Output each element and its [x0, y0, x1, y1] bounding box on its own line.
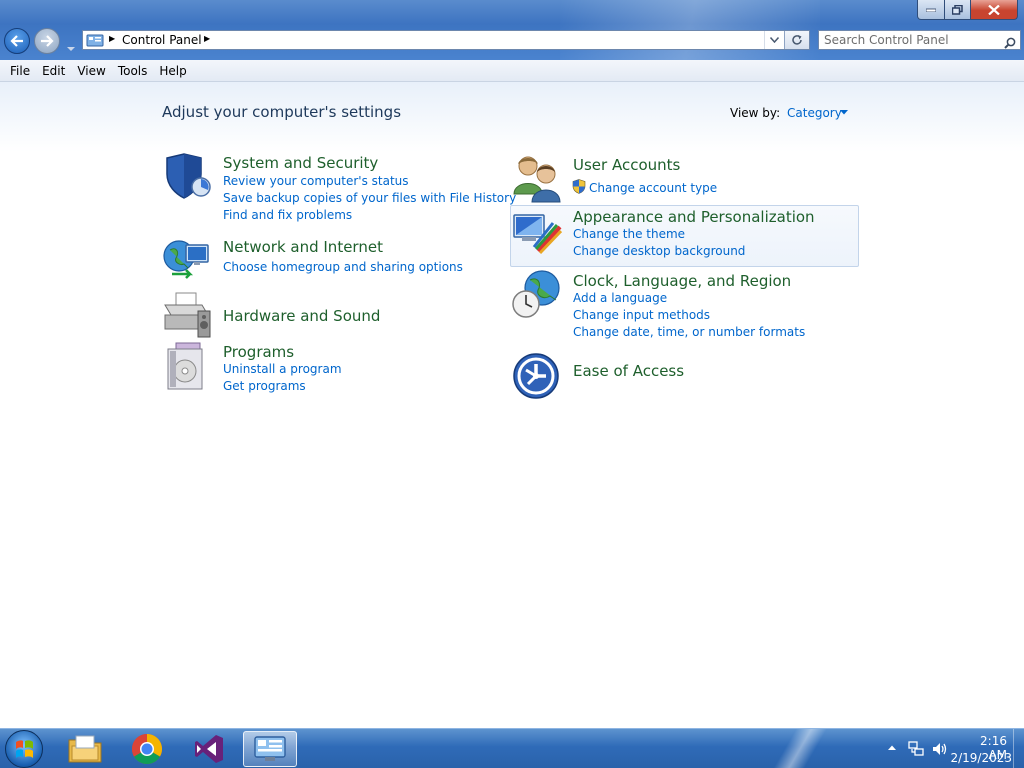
control-panel-content: Adjust your computer's settings View by:…	[0, 82, 1024, 728]
printer-speaker-icon[interactable]	[162, 291, 212, 341]
chevron-down-icon	[67, 47, 75, 51]
change-account-type-link[interactable]: Change account type	[589, 181, 717, 195]
change-theme-link[interactable]: Change the theme	[573, 227, 685, 241]
control-panel-icon	[254, 736, 286, 761]
chrome-icon	[131, 734, 163, 765]
change-input-methods-link[interactable]: Change input methods	[573, 308, 710, 322]
window-title-bar: ▶ Control Panel ▶	[0, 0, 1024, 60]
arrow-right-icon	[41, 35, 54, 47]
breadcrumb-control-panel[interactable]: Control Panel	[122, 33, 202, 47]
minimize-icon	[926, 8, 936, 12]
file-history-link[interactable]: Save backup copies of your files with Fi…	[223, 191, 516, 205]
control-panel-icon	[86, 33, 104, 52]
close-icon	[988, 4, 1000, 15]
menu-edit[interactable]: Edit	[42, 60, 65, 81]
search-icon[interactable]	[1004, 34, 1016, 53]
clock-language-region-title[interactable]: Clock, Language, and Region	[573, 272, 791, 290]
ease-of-access-title[interactable]: Ease of Access	[573, 362, 684, 380]
taskbar-chrome[interactable]	[120, 731, 174, 767]
user-accounts-icon[interactable]	[512, 154, 562, 204]
minimize-button[interactable]	[917, 0, 945, 20]
network-internet-title[interactable]: Network and Internet	[223, 238, 383, 256]
menu-bar: File Edit View Tools Help	[0, 60, 1024, 82]
ease-of-access-icon[interactable]	[512, 350, 562, 400]
window-controls	[917, 0, 1018, 20]
appearance-personalization-title[interactable]: Appearance and Personalization	[573, 208, 815, 226]
clock-globe-icon[interactable]	[512, 270, 562, 320]
change-background-link[interactable]: Change desktop background	[573, 244, 745, 258]
view-by-label: View by:	[730, 106, 781, 120]
arrow-left-icon	[10, 35, 23, 47]
get-programs-link[interactable]: Get programs	[223, 379, 306, 393]
taskbar-sheen	[760, 729, 840, 768]
chevron-down-icon	[769, 37, 779, 43]
volume-icon[interactable]	[932, 741, 948, 757]
refresh-button[interactable]	[784, 31, 809, 49]
windows-logo-icon	[16, 740, 33, 758]
user-accounts-title[interactable]: User Accounts	[573, 156, 680, 174]
uac-shield-icon	[572, 179, 586, 194]
menu-file[interactable]: File	[10, 60, 30, 81]
show-desktop-button[interactable]	[1013, 729, 1024, 768]
clock-date[interactable]: 2/19/2023	[950, 751, 1012, 765]
hardware-sound-title[interactable]: Hardware and Sound	[223, 307, 380, 325]
visual-studio-icon	[195, 735, 223, 763]
recent-pages-button[interactable]	[67, 37, 75, 51]
search-input[interactable]	[821, 32, 999, 48]
address-bar[interactable]: ▶ Control Panel ▶	[82, 30, 810, 50]
address-dropdown-button[interactable]	[764, 31, 783, 49]
show-hidden-icons-icon[interactable]	[888, 745, 896, 751]
chevron-down-icon[interactable]	[840, 110, 848, 115]
appearance-icon[interactable]	[512, 207, 562, 257]
find-fix-problems-link[interactable]: Find and fix problems	[223, 208, 352, 222]
homegroup-sharing-link[interactable]: Choose homegroup and sharing options	[223, 260, 463, 274]
change-date-time-link[interactable]: Change date, time, or number formats	[573, 325, 805, 339]
taskbar-file-explorer[interactable]	[58, 731, 112, 767]
network-icon[interactable]	[908, 741, 924, 757]
restore-button[interactable]	[945, 0, 971, 20]
view-by-dropdown[interactable]: Category	[787, 106, 842, 120]
page-title: Adjust your computer's settings	[162, 103, 402, 121]
programs-title[interactable]: Programs	[223, 343, 294, 361]
restore-icon	[952, 4, 963, 15]
review-status-link[interactable]: Review your computer's status	[223, 174, 409, 188]
breadcrumb-separator-icon[interactable]: ▶	[204, 34, 210, 43]
uninstall-program-link[interactable]: Uninstall a program	[223, 362, 342, 376]
add-language-link[interactable]: Add a language	[573, 291, 667, 305]
start-button[interactable]	[5, 730, 43, 768]
close-button[interactable]	[971, 0, 1018, 20]
menu-help[interactable]: Help	[159, 60, 186, 81]
system-security-title[interactable]: System and Security	[223, 154, 378, 172]
menu-tools[interactable]: Tools	[118, 60, 148, 81]
network-globe-icon[interactable]	[162, 236, 212, 286]
programs-icon[interactable]	[162, 341, 212, 391]
taskbar-control-panel[interactable]	[243, 731, 297, 767]
file-explorer-icon	[68, 735, 102, 763]
shield-icon[interactable]	[162, 152, 212, 202]
taskbar: 2:16 AM 2/19/2023	[0, 728, 1024, 768]
refresh-icon	[792, 35, 802, 45]
taskbar-visual-studio[interactable]	[182, 731, 236, 767]
breadcrumb-separator-icon[interactable]: ▶	[109, 34, 115, 43]
search-box[interactable]	[818, 30, 1021, 50]
back-button[interactable]	[4, 28, 30, 54]
forward-button[interactable]	[34, 28, 60, 54]
menu-view[interactable]: View	[77, 60, 105, 81]
